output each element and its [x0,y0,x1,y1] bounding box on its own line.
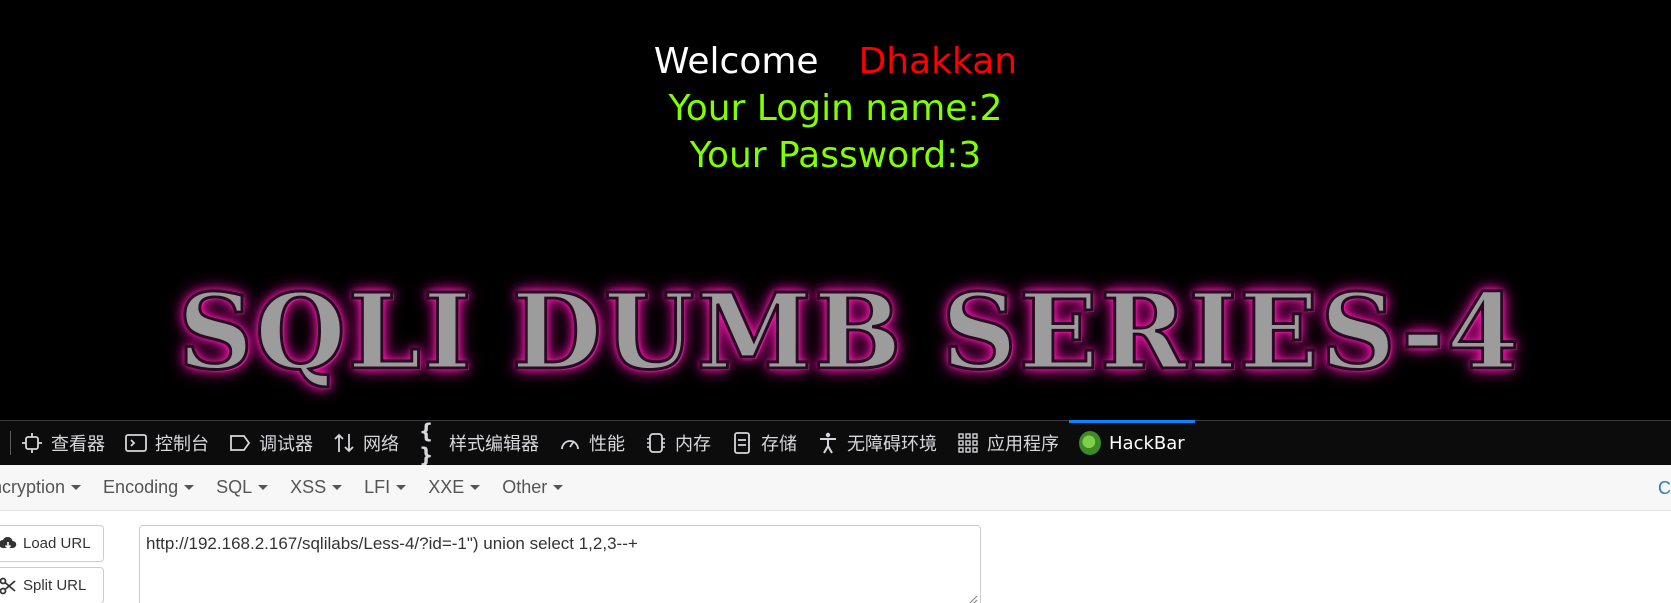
lfi-menu[interactable]: LFI [364,477,407,498]
welcome-text: Welcome [653,41,819,82]
style-editor-icon: { } [419,419,434,467]
inspector-icon [21,432,43,454]
encoding-menu[interactable]: Encoding [103,477,195,498]
chevron-down-icon [470,485,481,490]
tab-label: HackBar [1109,432,1185,454]
application-icon [957,432,979,454]
other-menu[interactable]: Other [502,477,564,498]
tab-label: 无障碍环境 [847,434,937,455]
login-name-text: Your Login name:2 [668,88,1003,129]
chevron-down-icon [396,485,407,490]
chevron-down-icon [258,485,269,490]
debugger-icon [229,432,251,454]
tab-label: 应用程序 [987,434,1059,455]
storage-icon [731,432,753,454]
tab-label: 样式编辑器 [449,434,539,455]
web-page: Welcome Dhakkan Your Login name:2 Your Pa… [0,0,1671,420]
tab-memory[interactable]: 内存 [635,421,721,466]
tab-label: 性能 [589,434,625,455]
xxe-menu[interactable]: XXE [428,477,481,498]
tab-label: 内存 [675,434,711,455]
tab-network[interactable]: 网络 [323,421,409,466]
welcome-line: Welcome Dhakkan [0,40,1671,84]
memory-icon [645,432,667,454]
xss-menu[interactable]: XSS [290,477,343,498]
tab-accessibility[interactable]: 无障碍环境 [807,421,947,466]
load-url-button[interactable]: Load URL [0,525,104,562]
hackbar-panel: ncryption Encoding SQL XSS LFI XXE Other… [0,465,1671,603]
contribute-link[interactable]: Co [1658,478,1671,499]
password-text: Your Password:3 [689,135,982,176]
tab-label: 控制台 [155,434,209,455]
accessibility-icon [817,432,839,454]
resize-handle-icon[interactable] [966,593,978,603]
tab-storage[interactable]: 存储 [721,421,807,466]
tab-label: 调试器 [259,434,313,455]
chevron-down-icon [184,485,195,490]
devtools-toolbar: 查看器 控制台 调试器 网络 { } 样式编辑器 性能 内存 存储 无障碍环境 … [0,419,1671,467]
tab-label: 网络 [363,434,399,455]
tab-hackbar[interactable]: HackBar [1069,419,1195,466]
scissors-icon [0,577,17,595]
download-icon [0,535,17,553]
tab-debugger[interactable]: 调试器 [219,421,323,466]
hackbar-logo-icon [1079,431,1101,455]
console-icon [125,432,147,454]
split-url-button[interactable]: Split URL [0,567,104,603]
network-icon [333,432,355,454]
chevron-down-icon [332,485,343,490]
chevron-down-icon [553,485,564,490]
encryption-menu[interactable]: ncryption [0,477,82,498]
chevron-down-icon [71,485,82,490]
user-name: Dhakkan [858,41,1018,82]
tab-performance[interactable]: 性能 [549,421,635,466]
tab-style-editor[interactable]: { } 样式编辑器 [409,419,549,467]
tab-application[interactable]: 应用程序 [947,421,1069,466]
url-input[interactable]: http://192.168.2.167/sqlilabs/Less-4/?id… [139,525,981,603]
sql-menu[interactable]: SQL [216,477,269,498]
tab-inspector[interactable]: 查看器 [11,421,115,466]
tab-label: 查看器 [51,434,105,455]
hackbar-menu-bar: ncryption Encoding SQL XSS LFI XXE Other… [0,465,1671,511]
performance-icon [559,432,581,454]
tab-label: 存储 [761,434,797,455]
series-banner: SQLI DUMB SERIES-4 [177,270,1521,393]
tab-console[interactable]: 控制台 [115,421,219,466]
